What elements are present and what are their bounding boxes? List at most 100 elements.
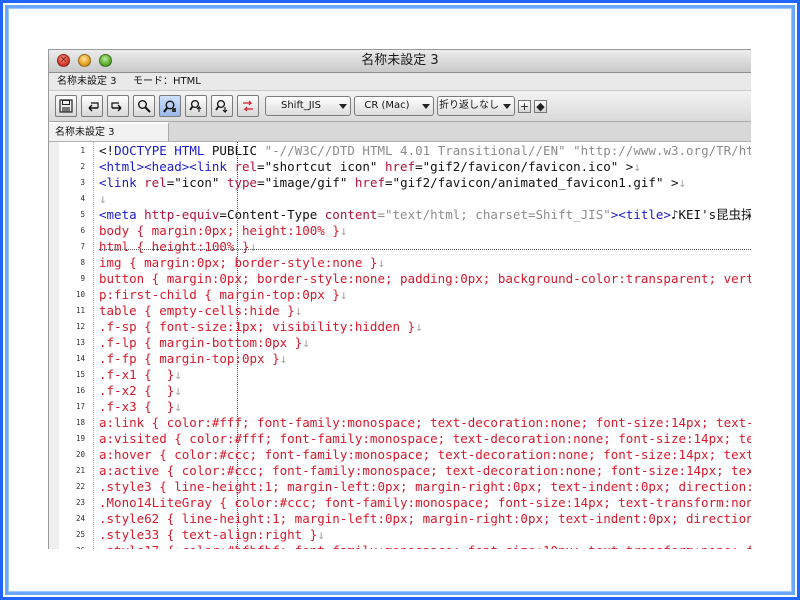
line-end-marker: ↓ (339, 287, 348, 302)
code-line[interactable]: ↓ (99, 191, 107, 207)
redo-arrow-icon (111, 102, 122, 112)
code-token: http-equiv (144, 207, 220, 222)
magnifier-up-icon (189, 99, 202, 112)
code-token: a:hover { color:#ccc; font-family:monosp… (99, 447, 751, 462)
window-title: 名称未設定 3 (361, 53, 439, 68)
code-editor[interactable]: 1 2 3 4 5 6 7 8 9 10 11 12 13 14 15 16 17 18 19 20 21 22 23 24 2… (49, 142, 751, 549)
undo-button[interactable] (81, 95, 103, 117)
code-line[interactable]: html { height:100% }↓ (99, 239, 257, 255)
line-end-marker: ↓ (415, 319, 423, 334)
line-number: 19 (75, 434, 85, 443)
column-guide (237, 142, 238, 549)
marker-button[interactable]: ◆ (534, 100, 547, 113)
code-token: DOCTYPE HTML (114, 143, 205, 158)
line-number: 18 (75, 418, 85, 427)
code-line[interactable]: <link rel="icon" type="image/gif" href="… (99, 175, 686, 191)
line-number: 7 (80, 242, 85, 251)
code-line[interactable]: .style33 { text-align:right }↓ (99, 527, 325, 543)
code-line[interactable]: .f-x1 { }↓ (99, 367, 182, 383)
line-end-marker: ↓ (174, 383, 182, 398)
code-token: <! (99, 143, 115, 158)
redo-button[interactable] (107, 95, 129, 117)
line-end-marker: ↓ (249, 239, 258, 254)
save-button[interactable] (55, 95, 77, 117)
find-next-button[interactable] (211, 95, 233, 117)
add-button[interactable]: + (518, 100, 531, 113)
mode-indicator[interactable]: モード：HTML (133, 73, 201, 90)
code-line[interactable]: .f-sp { font-size:1px; visibility:hidden… (99, 319, 423, 335)
code-line[interactable]: a:active { color:#ccc; font-family:monos… (99, 463, 751, 479)
code-line[interactable]: p:first-child { margin-top:0px }↓ (99, 287, 347, 303)
line-end-marker: ↓ (99, 191, 107, 206)
code-token: ♪KEI's昆虫採集記 (670, 207, 751, 222)
code-line[interactable]: button { margin:0px; border-style:none; … (99, 271, 751, 287)
code-line[interactable]: .style62 { line-height:1; margin-left:0p… (99, 511, 751, 527)
code-line[interactable]: .f-x3 { }↓ (99, 399, 182, 415)
editor-window: × 名称未設定 3 名称未設定 3 モード：HTML Shift_JIS CR … (48, 49, 751, 549)
chevron-down-icon (422, 104, 430, 109)
code-line[interactable]: <html><head><link rel="shortcut icon" hr… (99, 159, 641, 175)
line-ending-value: CR (Mac) (364, 100, 410, 111)
code-token: <link (99, 175, 145, 190)
line-number: 26 (59, 543, 85, 549)
code-token: .f-x3 { } (99, 399, 175, 414)
code-line[interactable]: body { margin:0px; height:100% }↓ (99, 223, 347, 239)
swap-button[interactable] (237, 95, 259, 117)
code-token: rel (144, 175, 167, 190)
find-button[interactable] (133, 95, 155, 117)
line-number: 17 (75, 402, 85, 411)
line-number: 3 (80, 178, 85, 187)
line-end-marker: ↓ (174, 367, 182, 382)
code-token: .style3 { line-height:1; margin-left:0px… (99, 479, 751, 494)
line-number: 5 (80, 210, 85, 219)
line-number: 1 (80, 146, 85, 155)
line-end-marker: ↓ (339, 223, 348, 238)
chevron-down-icon (503, 104, 511, 109)
line-end-marker: ↓ (302, 335, 310, 350)
line-number: 14 (75, 354, 85, 363)
swap-arrows-icon (243, 100, 253, 112)
code-token: "-//W3C//DTD HTML 4.01 Transitional//EN"… (264, 143, 751, 158)
line-number: 13 (75, 338, 85, 347)
tab-document[interactable]: 名称未設定 3 (49, 122, 169, 141)
encoding-select[interactable]: Shift_JIS (265, 96, 351, 116)
code-text-area[interactable]: <!DOCTYPE HTML PUBLIC "-//W3C//DTD HTML … (99, 142, 751, 549)
code-line[interactable]: <meta http-equiv=Content-Type content="t… (99, 207, 751, 223)
code-line[interactable]: img { margin:0px; border-style:none }↓ (99, 255, 385, 271)
line-number: 11 (75, 306, 85, 315)
code-line[interactable]: table { empty-cells:hide }↓ (99, 303, 302, 319)
code-token: ="shortcut icon" (257, 159, 385, 174)
code-line[interactable]: a:link { color:#fff; font-family:monospa… (99, 415, 751, 431)
code-token: ="image/gif" (257, 175, 355, 190)
magnifier-document-icon (163, 100, 176, 113)
code-line[interactable]: .style17 { color:#bfbfbf; font-family:mo… (99, 543, 751, 549)
code-line[interactable]: .f-lp { margin-bottom:0px }↓ (99, 335, 310, 351)
code-token: .style17 { color:#bfbfbf; font-family:mo… (99, 543, 751, 549)
title-bar[interactable]: × 名称未設定 3 (49, 50, 751, 73)
code-token: content (324, 207, 378, 222)
line-number: 8 (80, 258, 85, 267)
line-number: 21 (75, 466, 85, 475)
code-line[interactable]: a:hover { color:#ccc; font-family:monosp… (99, 447, 751, 463)
code-token: a:link { color:#fff; font-family:monospa… (99, 415, 751, 430)
code-line[interactable]: a:visited { color:#fff; font-family:mono… (99, 431, 751, 447)
code-line[interactable]: .f-fp { margin-top:0px }↓ (99, 351, 287, 367)
line-number: 22 (75, 482, 85, 491)
wrap-select[interactable]: 折り返しなし (437, 96, 515, 116)
document-name: 名称未設定 3 (57, 76, 117, 87)
code-token: .f-sp { font-size:1px; visibility:hidden… (99, 319, 416, 334)
find-replace-button[interactable] (159, 95, 181, 117)
code-token: =Content-Type (219, 207, 325, 222)
line-number: 25 (75, 530, 85, 539)
line-ending-select[interactable]: CR (Mac) (354, 96, 434, 116)
code-token: .f-x1 { } (99, 367, 175, 382)
code-line[interactable]: .style3 { line-height:1; margin-left:0px… (99, 479, 751, 495)
code-line[interactable]: <!DOCTYPE HTML PUBLIC "-//W3C//DTD HTML … (99, 143, 751, 159)
row-guide (99, 249, 751, 250)
code-token: ="text/html; charset=Shift_JIS" (377, 207, 611, 222)
line-end-marker: ↓ (678, 175, 687, 190)
code-line[interactable]: .f-x2 { }↓ (99, 383, 182, 399)
code-line[interactable]: .Mono14LiteGray { color:#ccc; font-famil… (99, 495, 751, 511)
find-previous-button[interactable] (185, 95, 207, 117)
code-token: table { empty-cells:hide } (99, 303, 295, 318)
